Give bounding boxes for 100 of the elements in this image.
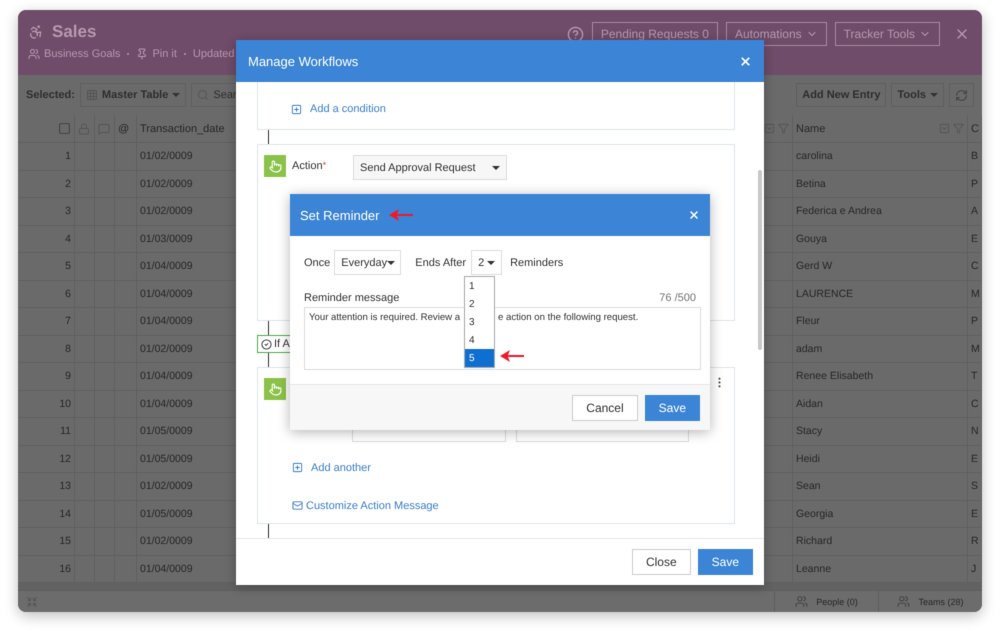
row-number: 11 (18, 418, 75, 446)
table-cell: T (968, 363, 982, 390)
header-button[interactable]: Tracker Tools (834, 22, 940, 46)
close-button[interactable] (688, 209, 700, 221)
table-cell: E (968, 500, 982, 528)
footer-tab[interactable]: Teams (28) (878, 591, 982, 612)
table-cell: Federica e Andrea (793, 198, 968, 226)
refresh-button[interactable] (949, 83, 974, 107)
once-label: Once (304, 256, 330, 268)
check-circle-icon (261, 338, 272, 350)
hand-icon (264, 155, 286, 177)
table-cell: Betina (793, 170, 968, 198)
table-cell: C (968, 390, 982, 418)
scrollbar[interactable] (758, 170, 762, 350)
table-cell: Gouya (793, 226, 968, 253)
frequency-select[interactable]: Everyday (334, 250, 402, 275)
pin-icon (136, 48, 148, 60)
meta-text[interactable]: Pin it (152, 48, 177, 60)
row-number: 14 (18, 500, 75, 528)
table-cell: P (968, 170, 982, 198)
sort-icon[interactable] (764, 123, 775, 134)
table-cell: Gerd W (793, 253, 968, 280)
users-icon (28, 48, 40, 60)
row-number: 13 (18, 473, 75, 500)
ends-after-label: Ends After (415, 256, 466, 268)
row-number: 7 (18, 308, 75, 336)
save-button[interactable]: Save (698, 549, 753, 575)
table-cell: C (968, 253, 982, 280)
app-title: Sales (52, 22, 96, 42)
row-number: 2 (18, 170, 75, 198)
mail-icon (292, 500, 303, 511)
row-number: 6 (18, 280, 75, 308)
checkbox[interactable] (58, 122, 71, 135)
tools-button[interactable]: Tools (891, 83, 944, 107)
plus-icon (292, 462, 303, 473)
table-cell: P (968, 308, 982, 336)
row-number: 4 (18, 226, 75, 253)
table-cell: Stacy (793, 418, 968, 446)
people-icon (795, 595, 808, 608)
meta-text[interactable]: Business Goals (44, 48, 120, 60)
footer-tab[interactable]: People (0) (774, 591, 878, 612)
add-condition-link[interactable]: Add a condition (291, 103, 386, 115)
table-cell: S (968, 473, 982, 500)
table-cell: R (968, 528, 982, 556)
close-button[interactable] (739, 54, 752, 68)
table-cell: M (968, 280, 982, 308)
modal-title: Manage Workflows (248, 54, 358, 68)
accessibility-icon (28, 24, 44, 40)
customize-message-link[interactable]: Customize Action Message (292, 500, 439, 512)
table-cell: N (968, 418, 982, 446)
row-number: 15 (18, 528, 75, 556)
team-icon (897, 595, 910, 608)
table-cell: Renee Elisabeth (793, 363, 968, 390)
table-cell: B (968, 143, 982, 170)
table-cell: Georgia (793, 500, 968, 528)
close-button[interactable]: Close (632, 549, 691, 575)
column-header: @ (118, 122, 130, 134)
caret-icon (172, 93, 180, 97)
table-cell: E (968, 446, 982, 473)
reminders-label: Reminders (510, 256, 564, 268)
caret-icon (930, 93, 938, 97)
pointer-arrow (500, 350, 524, 362)
table-cell: Heidi (793, 446, 968, 473)
plus-icon (291, 104, 302, 114)
add-entry-button[interactable]: Add New Entry (796, 83, 886, 107)
action-label: Action (292, 160, 323, 172)
table-cell: Fleur (793, 308, 968, 336)
dialog-title: Set Reminder (300, 208, 380, 222)
table-cell: adam (793, 336, 968, 363)
message-label: Reminder message (304, 292, 400, 304)
row-number: 10 (18, 390, 75, 418)
table-cell: Aidan (793, 390, 968, 418)
hand-icon (264, 378, 286, 400)
pointer-arrow (389, 209, 414, 221)
meta-text: Updated (192, 48, 234, 60)
table-cell: LAURENCE (793, 280, 968, 308)
row-number: 3 (18, 198, 75, 226)
char-count: 76 /500 (659, 292, 696, 304)
add-another-link[interactable]: Add another (292, 462, 371, 474)
action-select[interactable]: Send Approval Request (353, 155, 507, 180)
row-number: 1 (18, 143, 75, 170)
table-cell: carolina (793, 143, 968, 170)
row-number: 5 (18, 253, 75, 280)
column-header[interactable]: Transaction_date (140, 122, 225, 134)
save-button[interactable]: Save (644, 394, 700, 420)
table-cell: A (968, 198, 982, 226)
table-cell: M (968, 336, 982, 363)
table-cell: Richard (793, 528, 968, 556)
column-header[interactable]: Name (796, 122, 826, 134)
column-header[interactable]: C (971, 122, 979, 134)
selected-label: Selected: (26, 89, 75, 101)
refresh-icon (955, 88, 968, 102)
help-icon[interactable] (566, 26, 584, 43)
dropdown-option[interactable]: 5 (465, 349, 494, 367)
row-number: 8 (18, 336, 75, 363)
required-mark: * (322, 160, 326, 172)
row-number: 9 (18, 363, 75, 390)
count-select[interactable]: 2 (471, 250, 502, 275)
cancel-button[interactable]: Cancel (572, 394, 638, 420)
view-select[interactable]: Master Table (80, 83, 186, 107)
